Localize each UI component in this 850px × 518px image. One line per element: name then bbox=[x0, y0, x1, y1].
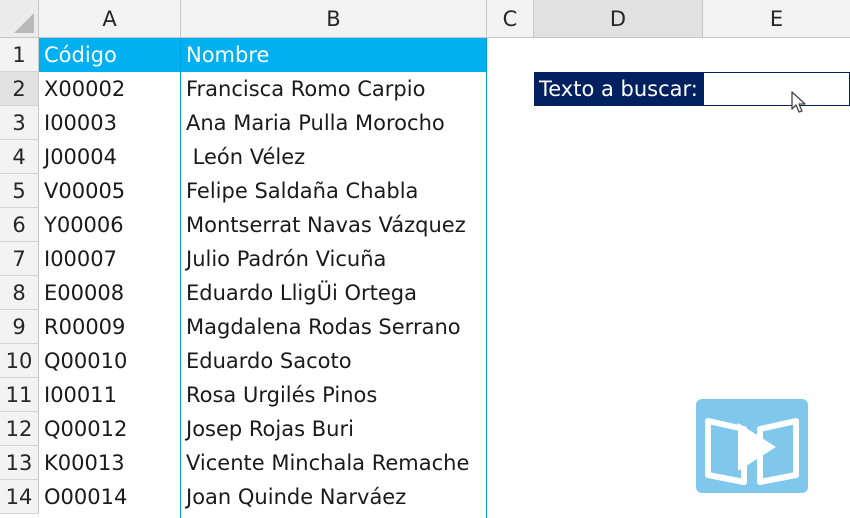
code-cell[interactable]: J00004 bbox=[39, 140, 181, 174]
name-cell[interactable]: Felipe Saldaña Chabla bbox=[181, 174, 487, 208]
search-label: Texto a buscar: bbox=[534, 72, 703, 106]
column-header-d[interactable]: D bbox=[534, 0, 703, 38]
code-cell[interactable]: I00011 bbox=[39, 378, 181, 412]
code-cell[interactable]: Q00012 bbox=[39, 412, 181, 446]
code-cell[interactable]: E00008 bbox=[39, 276, 181, 310]
name-cell[interactable]: Rosa Urgilés Pinos bbox=[181, 378, 487, 412]
name-cell[interactable]: León Vélez bbox=[181, 140, 487, 174]
row-header-4[interactable]: 4 bbox=[0, 140, 39, 174]
code-cell[interactable]: Q00010 bbox=[39, 344, 181, 378]
name-cell[interactable]: Montserrat Navas Vázquez bbox=[181, 208, 487, 242]
row-header-11[interactable]: 11 bbox=[0, 378, 39, 412]
code-cell[interactable]: X00002 bbox=[39, 72, 181, 106]
row-header-10[interactable]: 10 bbox=[0, 344, 39, 378]
name-cell[interactable]: Eduardo Sacoto bbox=[181, 344, 487, 378]
name-cell[interactable]: Ana Maria Pulla Morocho bbox=[181, 106, 487, 140]
column-header-e[interactable]: E bbox=[703, 0, 850, 38]
row-header-6[interactable]: 6 bbox=[0, 208, 39, 242]
column-header-b[interactable]: B bbox=[181, 0, 487, 38]
spreadsheet: A B C D E 1 2 3 4 5 6 7 8 9 10 11 12 13 14 Código Nomb… bbox=[0, 0, 850, 518]
mouse-pointer-icon bbox=[791, 91, 806, 113]
code-cell[interactable]: V00005 bbox=[39, 174, 181, 208]
row-header-3[interactable]: 3 bbox=[0, 106, 39, 140]
row-header-12[interactable]: 12 bbox=[0, 412, 39, 446]
code-cell[interactable]: I00003 bbox=[39, 106, 181, 140]
row-header-13[interactable]: 13 bbox=[0, 446, 39, 480]
name-cell[interactable]: Vicente Minchala Remache bbox=[181, 446, 487, 480]
name-cell[interactable]: Magdalena Rodas Serrano bbox=[181, 310, 487, 344]
row-header-8[interactable]: 8 bbox=[0, 276, 39, 310]
row-header-7[interactable]: 7 bbox=[0, 242, 39, 276]
table-border bbox=[180, 38, 181, 518]
name-cell[interactable]: Julio Padrón Vicuña bbox=[181, 242, 487, 276]
row-header-2[interactable]: 2 bbox=[0, 72, 39, 106]
name-cell[interactable]: Eduardo LligÜi Ortega bbox=[181, 276, 487, 310]
row-header-1[interactable]: 1 bbox=[0, 38, 39, 72]
video-play-book-icon bbox=[696, 399, 808, 493]
name-cell[interactable]: Joan Quinde Narváez bbox=[181, 480, 487, 514]
row-header-9[interactable]: 9 bbox=[0, 310, 39, 344]
code-cell[interactable]: Y00006 bbox=[39, 208, 181, 242]
code-cell[interactable]: O00014 bbox=[39, 480, 181, 514]
column-header-a[interactable]: A bbox=[39, 0, 181, 38]
code-cell[interactable]: R00009 bbox=[39, 310, 181, 344]
row-header-14[interactable]: 14 bbox=[0, 480, 39, 514]
search-input[interactable] bbox=[703, 72, 850, 106]
name-cell[interactable]: Josep Rojas Buri bbox=[181, 412, 487, 446]
code-cell[interactable]: K00013 bbox=[39, 446, 181, 480]
header-cell-nombre[interactable]: Nombre bbox=[181, 38, 487, 72]
select-all-button[interactable] bbox=[0, 0, 39, 38]
column-header-c[interactable]: C bbox=[487, 0, 534, 38]
code-cell[interactable]: I00007 bbox=[39, 242, 181, 276]
header-cell-codigo[interactable]: Código bbox=[39, 38, 181, 72]
name-cell[interactable]: Francisca Romo Carpio bbox=[181, 72, 487, 106]
row-header-5[interactable]: 5 bbox=[0, 174, 39, 208]
table-border bbox=[486, 38, 487, 518]
